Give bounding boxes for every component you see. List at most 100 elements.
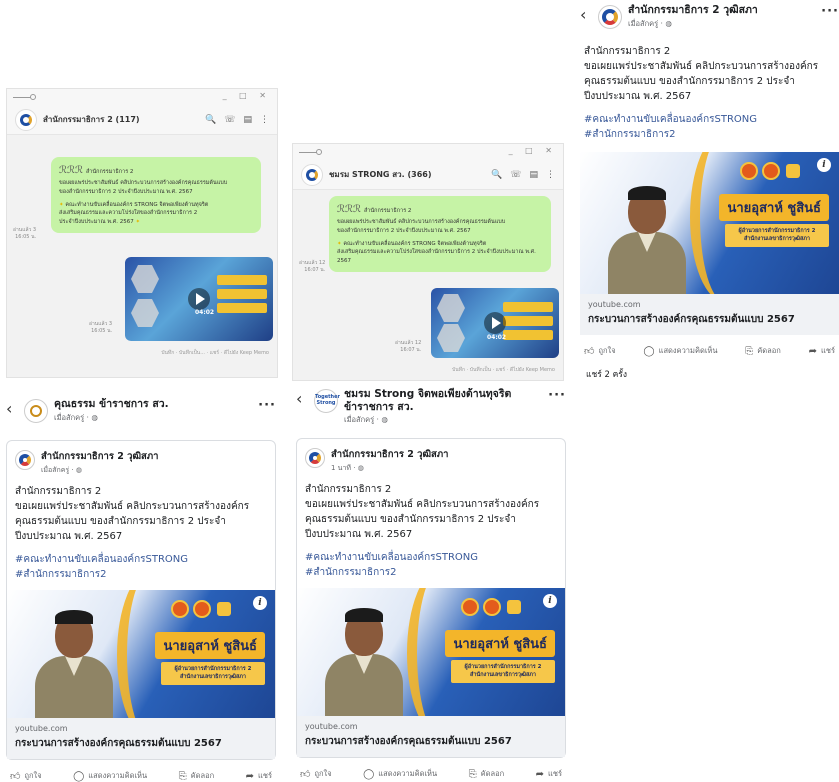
more-options-icon[interactable]: ··· [548, 388, 566, 403]
page-name[interactable]: สำนักกรรมาธิการ 2 วุฒิสภา [628, 4, 815, 17]
badge-icon [507, 600, 521, 614]
more-options-icon[interactable]: ··· [821, 4, 839, 19]
message-bubble[interactable]: ℛℛℛ สำนักกรรมาธิการ 2 ขอเผยแพร่ประชาสัมพั… [329, 196, 551, 272]
bubble-line: ขอเผยแพร่ประชาสัมพันธ์ คลิปกระบวนการสร้า… [337, 219, 506, 225]
back-icon[interactable]: ‹ [580, 4, 592, 26]
comment-icon: ◯ [643, 345, 655, 357]
share-button[interactable]: ➦ แชร์ [536, 768, 562, 780]
banner-name: นายอุสาห์ ชูสินธ์ [155, 632, 265, 659]
play-icon[interactable] [484, 312, 506, 334]
post-body: สำนักกรรมาธิการ 2 ขอเผยแพร่ประชาสัมพันธ์… [15, 486, 250, 542]
source-page-avatar[interactable] [15, 450, 35, 470]
page-name[interactable]: ชมรม Strong จิตพอเพียงต้านทุจริต ข้าราชกา… [344, 388, 542, 413]
emblem-icon [193, 600, 211, 618]
group-avatar[interactable] [301, 163, 323, 186]
share-button[interactable]: ➦ แชร์ [809, 345, 835, 357]
back-icon[interactable]: ‹ [6, 398, 18, 420]
menu-icon[interactable]: ⋮ [260, 115, 269, 125]
more-options-icon[interactable]: ··· [258, 398, 276, 413]
comment-button[interactable]: ◯ แสดงความคิดเห็น [73, 770, 147, 782]
banner-role: ผู้อำนวยการสำนักกรรมาธิการ 2 สำนักงานเลข… [451, 660, 555, 683]
video-timestamp: อ่านแล้ว 12 16:07 น. [395, 340, 422, 353]
globe-icon: ◍ [75, 466, 82, 474]
hashtag-link[interactable]: #คณะทำงานขับเคลื่อนองค์กรSTRONG [305, 550, 557, 565]
hashtag-link[interactable]: #สำนักกรรมาธิการ2 [584, 127, 835, 142]
sparkle-icon: ✦ [133, 219, 141, 226]
shared-post[interactable]: สำนักกรรมาธิการ 2 วุฒิสภา 1 นาที · ◍ สำน… [296, 438, 566, 758]
link-preview[interactable]: youtube.com กระบวนการสร้างองค์กรคุณธรรมต… [7, 718, 275, 759]
hashtag-link[interactable]: #คณะทำงานขับเคลื่อนองค์กรSTRONG [15, 552, 267, 567]
emblem-icon [171, 600, 189, 618]
hashtag-link[interactable]: #สำนักกรรมาธิการ2 [15, 567, 267, 582]
notes-icon[interactable]: ▤ [529, 170, 538, 180]
chat-title: ชมรม STRONG สว. (366) [329, 170, 432, 179]
hashtag-link[interactable]: #คณะทำงานขับเคลื่อนองค์กรSTRONG [584, 112, 835, 127]
emblem-icon [483, 598, 501, 616]
comment-button[interactable]: ◯ แสดงความคิดเห็น [363, 768, 437, 780]
video-thumbnail[interactable]: i นายอุสาห์ ชูสินธ์ ผู้อำนวยการสำนักกรรม… [297, 588, 565, 716]
copy-button[interactable]: ⎘ คัดลอก [469, 768, 505, 780]
group-avatar[interactable] [15, 108, 37, 131]
source-page-name[interactable]: สำนักกรรมาธิการ 2 วุฒิสภา [331, 447, 448, 462]
emblem-icon [740, 162, 758, 180]
globe-icon: ◍ [381, 415, 388, 425]
page-name[interactable]: คุณธรรม ข้าราชการ สว. [54, 398, 252, 411]
facebook-share-panel-virtue: ‹ คุณธรรม ข้าราชการ สว. เมื่อสักครู่ · ◍… [6, 398, 276, 782]
video-message[interactable]: 04:02 [431, 288, 559, 358]
bubble-line: ส่งเสริมคุณธรรมและความโปร่งใสของสำนักกรร… [59, 210, 198, 217]
bubble-line: ของสำนักกรรมาธิการ 2 ประจำปีงบประมาณ พ.ศ… [337, 227, 471, 234]
link-title[interactable]: กระบวนการสร้างองค์กรคุณธรรมต้นแบบ 2567 [305, 734, 557, 749]
message-actions[interactable]: บันทึก · บันทึกเป็น · แชร์ · ดีไปยัง Kee… [452, 366, 555, 374]
video-thumbnail[interactable]: i นายอุสาห์ ชูสินธ์ ผู้อำนวยการสำนักกรรม… [7, 590, 275, 718]
info-icon[interactable]: i [543, 594, 557, 608]
copy-button[interactable]: ⎘ คัดลอก [179, 770, 215, 782]
globe-icon: ◍ [91, 412, 98, 422]
menu-icon[interactable]: ⋮ [546, 170, 555, 180]
banner-role: ผู้อำนวยการสำนักกรรมาธิการ 2 สำนักงานเลข… [161, 662, 265, 685]
chat-header: สำนักกรรมาธิการ 2 (117) 🔍 ☏ ▤ ⋮ [7, 105, 277, 135]
phone-icon[interactable]: ☏ [510, 170, 521, 180]
source-page-name[interactable]: สำนักกรรมาธิการ 2 วุฒิสภา [41, 449, 158, 464]
video-message[interactable]: 04:02 [125, 257, 273, 341]
source-post-time: เมื่อสักครู่ · ◍ [41, 466, 82, 474]
hashtag-link[interactable]: #สำนักกรรมาธิการ2 [305, 565, 557, 580]
copy-icon: ⎘ [468, 768, 477, 780]
comment-button[interactable]: ◯ แสดงความคิดเห็น [643, 345, 717, 357]
window-controls[interactable]: _ □ ✕ [223, 91, 271, 100]
info-icon[interactable]: i [253, 596, 267, 610]
share-button[interactable]: ➦ แชร์ [246, 770, 272, 782]
message-actions[interactable]: บันทึก · บันทึกเป็น... · แชร์ · ดีไปยัง … [161, 349, 269, 357]
like-button[interactable]: 👍︎ ถูกใจ [584, 345, 616, 357]
like-button[interactable]: 👍︎ ถูกใจ [10, 770, 42, 782]
search-icon[interactable]: 🔍 [205, 115, 216, 125]
window-controls[interactable]: _ □ ✕ [509, 146, 557, 155]
source-page-avatar[interactable] [305, 448, 325, 468]
back-icon[interactable]: ‹ [296, 388, 308, 410]
video-thumbnail[interactable]: i นายอุสาห์ ชูสินธ์ ผู้อำนวยการสำนักกรรม… [580, 152, 839, 294]
info-icon[interactable]: i [817, 158, 831, 172]
page-avatar[interactable]: Together Strong [314, 389, 340, 413]
play-icon[interactable] [188, 288, 210, 310]
phone-icon[interactable]: ☏ [224, 115, 235, 125]
link-preview[interactable]: youtube.com กระบวนการสร้างองค์กรคุณธรรมต… [297, 716, 565, 757]
source-post-time: 1 นาที · ◍ [331, 464, 364, 472]
message-timestamp: อ่านแล้ว 12 16:07 น. [299, 260, 326, 273]
like-button[interactable]: 👍︎ ถูกใจ [300, 768, 332, 780]
search-icon[interactable]: 🔍 [491, 170, 502, 180]
message-bubble[interactable]: ℛℛℛ สำนักกรรมาธิการ 2 ขอเผยแพร่ประชาสัมพั… [51, 157, 261, 233]
page-avatar[interactable] [24, 399, 48, 423]
link-title[interactable]: กระบวนการสร้างองค์กรคุณธรรมต้นแบบ 2567 [588, 312, 831, 327]
post-time: เมื่อสักครู่ · ◍ [54, 412, 98, 422]
comment-icon: ◯ [73, 770, 85, 782]
shared-post[interactable]: สำนักกรรมาธิการ 2 วุฒิสภา เมื่อสักครู่ ·… [6, 440, 276, 760]
chat-window-committee: _ □ ✕ สำนักกรรมาธิการ 2 (117) 🔍 ☏ ▤ ⋮ อ่… [6, 88, 278, 378]
post-header: ‹ สำนักกรรมาธิการ 2 วุฒิสภา เมื่อสักครู่… [580, 4, 839, 40]
copy-button[interactable]: ⎘ คัดลอก [745, 345, 781, 357]
link-title[interactable]: กระบวนการสร้างองค์กรคุณธรรมต้นแบบ 2567 [15, 736, 267, 751]
page-avatar[interactable] [598, 5, 622, 29]
globe-icon: ◍ [665, 18, 672, 28]
share-count[interactable]: แชร์ 2 ครั้ง [580, 357, 839, 381]
notes-icon[interactable]: ▤ [243, 115, 252, 125]
post-actions: 👍︎ ถูกใจ ◯ แสดงความคิดเห็น ⎘ คัดลอก ➦ แชร์ [296, 758, 566, 781]
link-preview[interactable]: youtube.com กระบวนการสร้างองค์กรคุณธรรมต… [580, 294, 839, 335]
